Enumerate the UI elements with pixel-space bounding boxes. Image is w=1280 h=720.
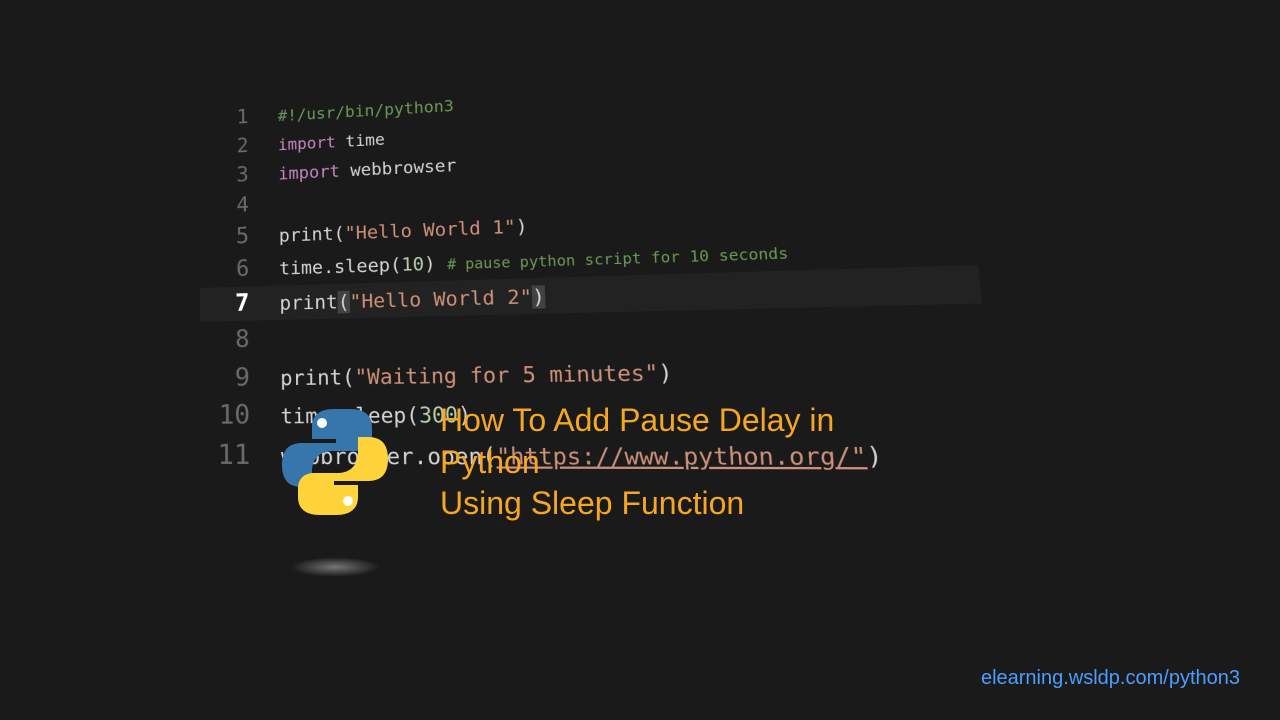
title-line-2: Using Sleep Function: [440, 483, 940, 525]
import-keyword: import: [278, 162, 340, 185]
string-literal: "Waiting for 5 minutes": [354, 359, 659, 389]
function-call: print: [279, 291, 338, 315]
logo-shadow: [290, 557, 380, 577]
comment: # pause python script for 10 seconds: [447, 245, 789, 273]
python-logo-icon: [280, 407, 390, 517]
line-number: 3: [200, 161, 249, 192]
import-keyword: import: [278, 133, 336, 155]
footer-url: elearning.wsldp.com/python3: [981, 667, 1240, 690]
page-title: How To Add Pause Delay in Python Using S…: [440, 400, 940, 525]
function-call: print: [280, 364, 342, 390]
title-line-1: How To Add Pause Delay in Python: [440, 400, 940, 483]
line-number: 2: [200, 132, 249, 162]
string-literal: "Hello World 1": [344, 216, 516, 244]
line-number: 4: [200, 191, 249, 222]
bracket-highlight: (: [338, 291, 350, 314]
line-number: 11: [200, 436, 250, 475]
title-section: How To Add Pause Delay in Python Using S…: [280, 400, 940, 525]
line-number: 1: [200, 103, 248, 133]
line-number: 9: [200, 359, 250, 395]
string-literal: "Hello World 2": [349, 286, 532, 314]
number-literal: 10: [401, 253, 424, 275]
function-call: time.sleep: [279, 254, 390, 279]
line-number: 10: [200, 396, 250, 434]
line-number: 5: [200, 222, 249, 254]
bracket-highlight: ): [532, 286, 546, 309]
line-number: 6: [200, 254, 249, 286]
module-name: webbrowser: [340, 156, 457, 182]
line-number-current: 7: [200, 287, 250, 322]
line-number: 8: [200, 323, 250, 358]
module-name: time: [336, 130, 385, 151]
function-call: print: [279, 223, 334, 246]
